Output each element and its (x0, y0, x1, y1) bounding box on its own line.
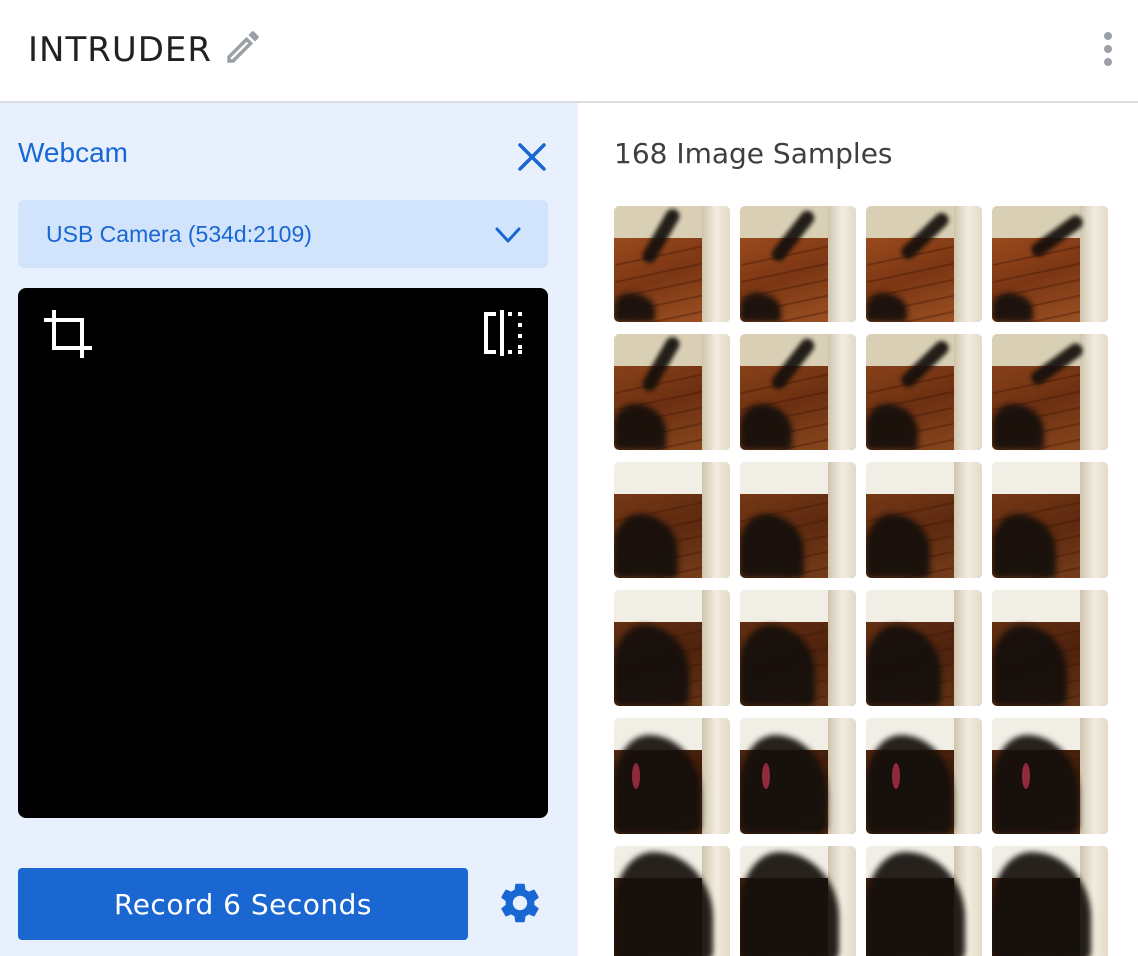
sample-thumbnail[interactable] (866, 206, 982, 322)
sample-thumbnail[interactable] (992, 462, 1108, 578)
sample-thumbnail[interactable] (740, 718, 856, 834)
sample-thumbnail[interactable] (992, 590, 1108, 706)
samples-panel: 168 Image Samples (578, 103, 1138, 956)
record-button[interactable]: Record 6 Seconds (18, 868, 468, 940)
flip-icon[interactable] (482, 310, 526, 356)
sample-thumbnail[interactable] (614, 846, 730, 956)
sample-thumbnail[interactable] (866, 462, 982, 578)
camera-select[interactable]: USB Camera (534d:2109) (18, 200, 548, 268)
sample-thumbnail[interactable] (866, 590, 982, 706)
sample-thumbnail[interactable] (992, 206, 1108, 322)
sample-thumbnail[interactable] (614, 334, 730, 450)
webcam-panel: Webcam USB Camera (534d:2109) Record 6 S… (0, 103, 578, 956)
sample-thumbnail[interactable] (614, 718, 730, 834)
sample-thumbnail[interactable] (740, 590, 856, 706)
sample-thumbnail[interactable] (866, 718, 982, 834)
sample-thumbnail[interactable] (992, 334, 1108, 450)
pencil-icon[interactable] (222, 26, 264, 68)
sample-thumbnail[interactable] (992, 718, 1108, 834)
sample-thumbnail[interactable] (740, 846, 856, 956)
close-icon[interactable] (512, 137, 552, 177)
chevron-down-icon (495, 227, 521, 243)
samples-grid (614, 206, 1114, 956)
class-name-title: INTRUDER (28, 30, 213, 70)
crop-icon[interactable] (42, 308, 94, 360)
gear-icon[interactable] (496, 879, 544, 927)
sample-thumbnail[interactable] (740, 206, 856, 322)
samples-count: 168 Image Samples (614, 137, 893, 170)
sample-thumbnail[interactable] (992, 846, 1108, 956)
sample-thumbnail[interactable] (740, 462, 856, 578)
more-vert-icon[interactable] (1094, 30, 1122, 70)
webcam-title: Webcam (18, 137, 128, 168)
app-header: INTRUDER (0, 0, 1138, 103)
sample-thumbnail[interactable] (866, 334, 982, 450)
sample-thumbnail[interactable] (740, 334, 856, 450)
sample-thumbnail[interactable] (614, 462, 730, 578)
sample-thumbnail[interactable] (614, 590, 730, 706)
camera-select-value: USB Camera (534d:2109) (46, 221, 312, 247)
sample-thumbnail[interactable] (614, 206, 730, 322)
webcam-preview (18, 288, 548, 818)
sample-thumbnail[interactable] (866, 846, 982, 956)
